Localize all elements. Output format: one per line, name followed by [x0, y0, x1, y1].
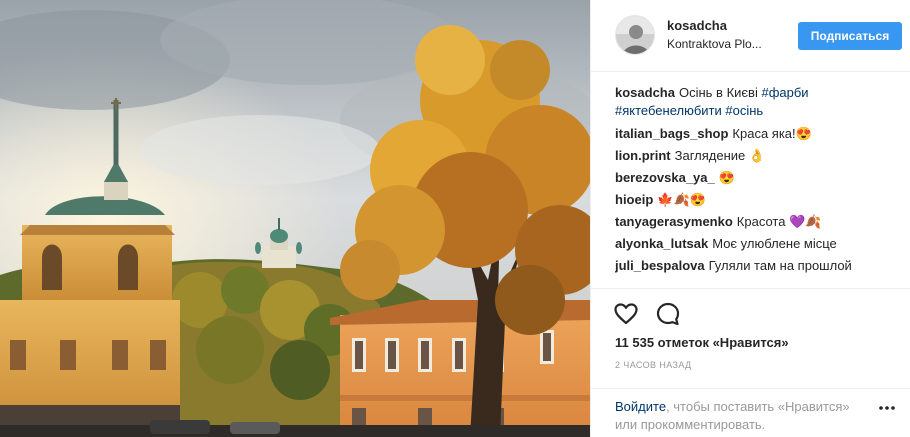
hashtag-link[interactable]: #осінь [725, 103, 763, 118]
more-dots-icon[interactable] [877, 399, 897, 417]
login-link[interactable]: Войдите [615, 399, 666, 414]
comments-list[interactable]: kosadcha Осінь в Києві #фарби #яктебенелю… [615, 84, 891, 288]
follow-button[interactable]: Подписаться [798, 22, 902, 50]
comment-item: hioeip 🍁🍂😍 [615, 191, 891, 209]
comment-username[interactable]: lion.print [615, 148, 671, 163]
comment-text: 🍁🍂😍 [657, 192, 706, 207]
post-side-panel: kosadcha Kontraktova Plo... Подписаться … [590, 0, 910, 437]
comment-item: lion.print Заглядение 👌 [615, 147, 891, 165]
comment-text: Гуляли там на прошлой [708, 258, 852, 273]
comment-item: italian_bags_shop Краса яка!😍 [615, 125, 891, 143]
hashtag-link[interactable]: #яктебенелюбити [615, 103, 722, 118]
hashtag-link[interactable]: #фарби [761, 85, 808, 100]
heart-icon[interactable] [613, 301, 639, 327]
post-timestamp[interactable]: 2 ЧАСОВ НАЗАД [615, 360, 692, 370]
comment-bubble-icon[interactable] [655, 301, 681, 327]
comment-text: Моє улюблене місце [712, 236, 837, 251]
comment-item: juli_bespalova Гуляли там на прошлой [615, 257, 891, 275]
caption-username[interactable]: kosadcha [615, 85, 675, 100]
comment-text: 😍 [718, 170, 735, 185]
instagram-post: kosadcha Kontraktova Plo... Подписаться … [0, 0, 910, 437]
header-username[interactable]: kosadcha [667, 18, 727, 33]
comment-username[interactable]: alyonka_lutsak [615, 236, 708, 251]
comment-username[interactable]: juli_bespalova [615, 258, 705, 273]
comment-username[interactable]: tanyagerasymenko [615, 214, 733, 229]
avatar[interactable] [615, 15, 655, 55]
likes-count[interactable]: 11 535 отметок «Нравится» [615, 335, 789, 350]
login-prompt-text: Войдите, чтобы поставить «Нравится» или … [615, 398, 865, 434]
caption-text: Осінь в Києві [678, 85, 758, 100]
kyiv-autumn-photo [0, 0, 590, 437]
post-photo[interactable] [0, 0, 590, 437]
post-caption: kosadcha Осінь в Києві #фарби #яктебенелю… [615, 84, 891, 120]
comment-item: tanyagerasymenko Красота 💜🍂 [615, 213, 891, 231]
comment-username[interactable]: berezovska_ya_ [615, 170, 715, 185]
location-link[interactable]: Kontraktova Plo... [667, 37, 783, 51]
comment-item: alyonka_lutsak Моє улюблене місце [615, 235, 891, 253]
action-icons [613, 301, 681, 327]
post-header: kosadcha Kontraktova Plo... Подписаться [591, 0, 910, 72]
login-prompt: Войдите, чтобы поставить «Нравится» или … [591, 388, 910, 437]
comment-username[interactable]: hioeip [615, 192, 653, 207]
comment-text: Красота 💜🍂 [736, 214, 822, 229]
post-actions: 11 535 отметок «Нравится» 2 ЧАСОВ НАЗАД [591, 288, 910, 398]
comment-text: Краса яка!😍 [732, 126, 812, 141]
comment-username[interactable]: italian_bags_shop [615, 126, 728, 141]
comment-text: Заглядение 👌 [674, 148, 766, 163]
comment-item: berezovska_ya_ 😍 [615, 169, 891, 187]
avatar-image [616, 16, 654, 54]
